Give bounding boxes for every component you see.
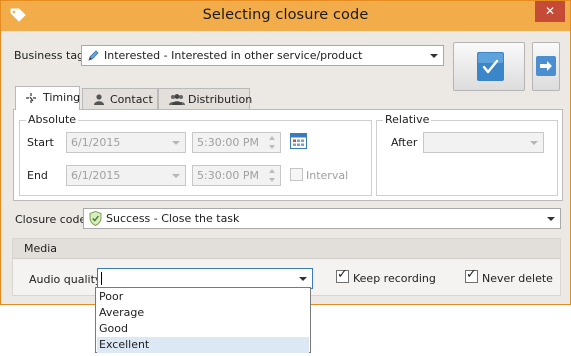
close-button[interactable]: ✕ — [535, 1, 565, 22]
audio-quality-label: Audio quality — [29, 273, 102, 286]
start-time-value: 5:30:00 PM — [197, 136, 260, 149]
never-delete-checkbox[interactable]: ✓ — [465, 267, 478, 283]
start-date-picker[interactable]: 6/1/2015 — [66, 132, 186, 153]
tab-contact-label: Contact — [110, 93, 153, 106]
spin-up-icon[interactable] — [269, 169, 275, 173]
tab-timing-label: Timing — [43, 91, 81, 104]
chevron-down-icon — [530, 141, 538, 145]
tab-contact[interactable]: Contact — [82, 88, 158, 110]
chevron-down-icon — [172, 174, 180, 178]
title-bar[interactable]: Selecting closure code ✕ — [1, 1, 570, 31]
audio-option-excellent[interactable]: Excellent — [97, 337, 309, 353]
chevron-down-icon — [172, 141, 180, 145]
checkmark-icon: ✓ — [337, 267, 348, 282]
audio-option-average[interactable]: Average — [97, 305, 309, 321]
after-label: After — [391, 136, 418, 149]
checkmark-icon: ✓ — [466, 267, 477, 282]
keep-recording-label: Keep recording — [353, 272, 436, 285]
chevron-down-icon — [547, 217, 555, 221]
keep-recording-checkbox[interactable]: ✓ — [336, 267, 349, 283]
closure-code-value: Success - Close the task — [106, 212, 240, 225]
end-time-value: 5:30:00 PM — [197, 169, 260, 182]
text-cursor — [101, 272, 102, 285]
interval-checkbox[interactable] — [290, 168, 303, 181]
timer-icon — [25, 92, 37, 107]
window-title: Selecting closure code — [202, 7, 369, 23]
interval-label: Interval — [306, 169, 349, 182]
audio-option-poor[interactable]: Poor — [97, 289, 309, 305]
business-tag-select[interactable]: Interested - Interested in other service… — [81, 45, 444, 66]
confirm-button[interactable] — [453, 42, 525, 91]
next-button[interactable] — [532, 42, 560, 91]
relative-group: Relative After — [376, 113, 558, 196]
arrow-right-icon — [536, 56, 556, 79]
never-delete-label: Never delete — [482, 272, 553, 285]
after-select[interactable] — [423, 132, 544, 153]
spin-down-icon[interactable] — [269, 178, 275, 182]
close-icon: ✕ — [544, 4, 556, 18]
chevron-down-icon — [430, 54, 438, 58]
tab-distribution[interactable]: Distribution — [158, 88, 253, 110]
shield-check-icon — [89, 211, 102, 229]
spin-up-icon[interactable] — [269, 136, 275, 140]
end-label: End — [27, 169, 48, 182]
chevron-down-icon — [299, 277, 307, 281]
closure-code-select[interactable]: Success - Close the task — [83, 208, 561, 229]
relative-group-title: Relative — [383, 113, 432, 126]
timing-panel: Absolute Start 6/1/2015 5:30:00 PM End 6… — [13, 109, 563, 201]
spin-down-icon[interactable] — [269, 145, 275, 149]
pencil-icon — [87, 49, 100, 65]
business-tag-value: Interested - Interested in other service… — [104, 49, 363, 62]
tab-timing[interactable]: Timing — [15, 86, 80, 110]
start-date-value: 6/1/2015 — [71, 136, 121, 149]
absolute-group-title: Absolute — [26, 113, 79, 126]
absolute-group: Absolute Start 6/1/2015 5:30:00 PM End 6… — [19, 113, 372, 196]
checkmark-icon — [477, 52, 504, 84]
start-time-field[interactable]: 5:30:00 PM — [192, 132, 281, 153]
audio-quality-dropdown: Poor Average Good Excellent — [95, 287, 311, 353]
audio-option-good[interactable]: Good — [97, 321, 309, 337]
media-header: Media — [13, 239, 560, 259]
end-time-field[interactable]: 5:30:00 PM — [192, 165, 281, 186]
tab-distribution-label: Distribution — [188, 93, 253, 106]
start-label: Start — [27, 136, 54, 149]
audio-quality-select[interactable] — [97, 268, 313, 289]
end-date-picker[interactable]: 6/1/2015 — [66, 165, 186, 186]
dialog-window: Selecting closure code ✕ Business tag In… — [0, 0, 571, 305]
media-title: Media — [24, 242, 58, 255]
end-date-value: 6/1/2015 — [71, 169, 121, 182]
person-icon — [93, 93, 105, 108]
closure-code-label: Closure code — [15, 213, 87, 226]
calendar-icon[interactable] — [290, 132, 307, 152]
business-tag-label: Business tag — [14, 49, 85, 62]
group-icon — [169, 93, 185, 108]
